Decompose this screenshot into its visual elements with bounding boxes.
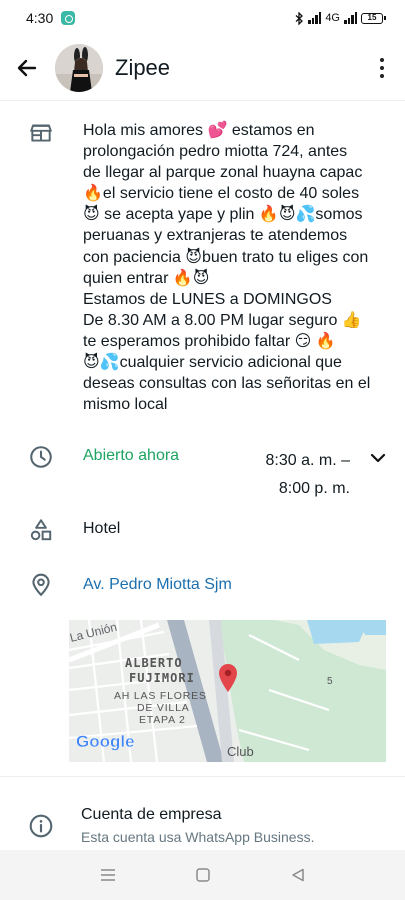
avatar[interactable] <box>55 44 103 92</box>
status-bar: 4:30 4G 15 <box>0 0 405 36</box>
map-label-area-3: ETAPA 2 <box>139 714 186 726</box>
map-label-number: 5 <box>327 676 333 687</box>
description-line: prolongación pedro miotta 724, antes <box>83 143 348 161</box>
chevron-down-icon[interactable] <box>368 448 388 468</box>
description-line: te esperamos prohibido faltar 😏 🔥 <box>83 332 336 350</box>
store-icon <box>30 124 52 142</box>
signal-icon <box>308 12 322 24</box>
more-vert-icon[interactable] <box>379 58 385 78</box>
location-pin-icon <box>32 573 50 597</box>
category-icon <box>30 519 52 541</box>
info-icon <box>29 814 53 838</box>
map-label-district-1: ALBERTO <box>125 656 183 670</box>
description-line: con paciencia 😈buen trato tu eliges con <box>83 248 369 266</box>
divider <box>0 776 405 777</box>
signal-icon-2 <box>344 12 357 24</box>
status-time: 4:30 <box>26 10 54 26</box>
description-line: 😈💦cualquier servicio adicional que <box>83 354 342 372</box>
description-line: deseas consultas con las señoritas en el <box>83 375 371 393</box>
location-map[interactable]: La Unión ALBERTO FUJIMORI AH LAS FLORES … <box>69 620 386 762</box>
map-label-area-2: DE VILLA <box>137 702 190 714</box>
app-header: Zipee <box>0 36 405 100</box>
description-line: 😈 se acepta yape y plin 🔥😈💦somos <box>83 206 363 224</box>
google-logo: Google <box>76 732 135 751</box>
map-label-district-2: FUJIMORI <box>129 671 195 685</box>
description-line: peruanas y extranjeras te atendemos <box>83 227 348 245</box>
home-icon[interactable] <box>193 865 213 885</box>
clock-icon <box>30 446 52 468</box>
business-description: Hola mis amores 💕 estamos en prolongación… <box>83 120 401 415</box>
system-nav-bar <box>0 850 405 900</box>
business-account-subtitle: Esta cuenta usa WhatsApp Business. <box>81 829 315 845</box>
battery-icon: 15 <box>361 12 386 24</box>
description-line: quien entrar 🔥😈 <box>83 269 210 287</box>
description-line: de llegar al parque zonal huayna capac <box>83 164 363 182</box>
back-arrow-icon[interactable] <box>15 56 39 80</box>
hours-range[interactable]: 8:30 a. m. – 8:00 p. m. <box>240 447 351 503</box>
map-label-area-1: AH LAS FLORES <box>114 690 207 702</box>
map-label-club: Club <box>227 744 254 759</box>
network-type: 4G <box>325 12 340 24</box>
notification-app-icon <box>61 11 76 25</box>
business-category: Hotel <box>83 520 121 537</box>
bluetooth-icon <box>295 11 304 25</box>
hours-open: 8:30 a. m. – <box>265 452 351 469</box>
recent-apps-icon[interactable] <box>98 865 118 885</box>
description-line: 🔥el servicio tiene el costo de 40 soles <box>83 185 360 203</box>
description-line: Estamos de LUNES a DOMINGOS <box>83 290 332 308</box>
nav-back-icon[interactable] <box>288 865 308 885</box>
hours-close: 8:00 p. m. <box>278 480 350 497</box>
description-line: De 8.30 AM a 8.00 PM lugar seguro 👍 <box>83 311 362 329</box>
hours-status[interactable]: Abierto ahora <box>83 447 179 465</box>
contact-name[interactable]: Zipee <box>115 55 170 81</box>
description-line: Hola mis amores 💕 estamos en <box>83 122 315 139</box>
status-indicators: 4G 15 <box>295 11 386 25</box>
business-address[interactable]: Av. Pedro Miotta Sjm <box>83 576 232 594</box>
description-line: mismo local <box>83 396 168 414</box>
divider <box>0 100 405 101</box>
business-account-title[interactable]: Cuenta de empresa <box>81 806 222 824</box>
